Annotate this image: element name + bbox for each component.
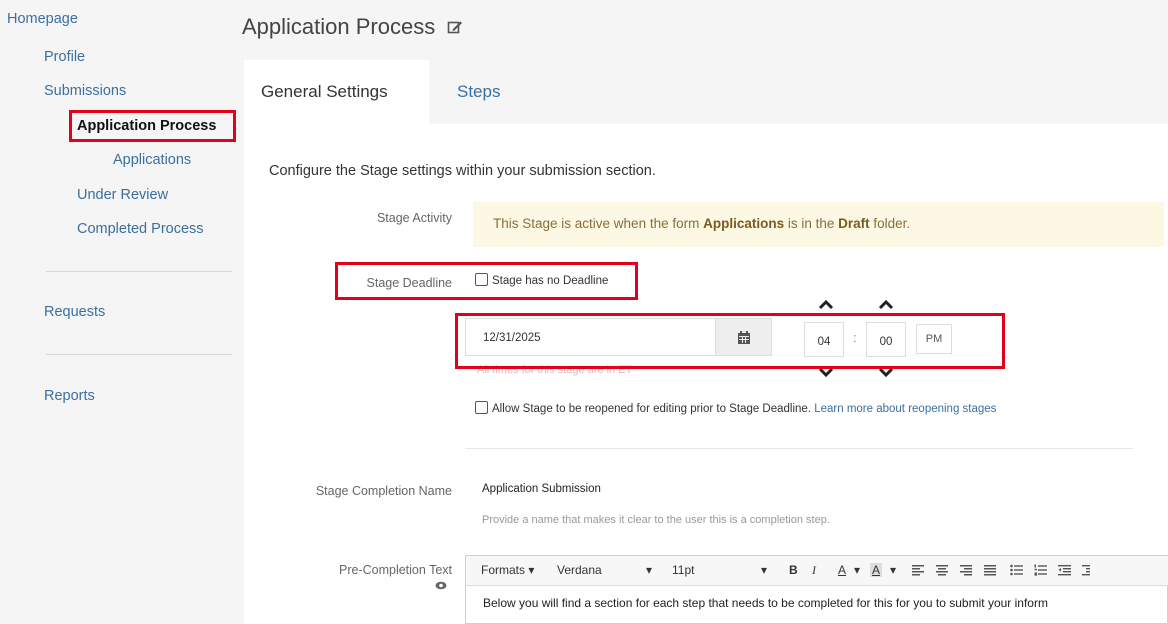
banner-text-mid: is in the <box>784 216 839 231</box>
highlight-deadline-datetime <box>455 313 1005 369</box>
main-content: Application Process General Settings Ste… <box>232 0 1168 624</box>
reopen-row: Allow Stage to be reopened for editing p… <box>475 401 996 415</box>
sidebar-divider <box>46 271 232 272</box>
highlight-application-process <box>69 110 236 142</box>
edit-icon[interactable] <box>447 19 463 35</box>
nav-completed-process[interactable]: Completed Process <box>77 221 204 237</box>
caret-down-icon: ▾ <box>528 563 535 577</box>
font-size-caret-icon[interactable]: ▾ <box>761 563 767 577</box>
nav-requests[interactable]: Requests <box>44 304 105 320</box>
highlight-stage-deadline <box>335 262 638 300</box>
completion-name-label: Stage Completion Name <box>315 484 452 498</box>
pre-completion-editor: Formats ▾ Verdana ▾ 11pt ▾ B I A ▾ A ▾ B… <box>465 555 1168 624</box>
indent-icon[interactable] <box>1082 564 1090 576</box>
hour-up-icon[interactable] <box>817 297 835 311</box>
banner-form-name: Applications <box>703 216 785 231</box>
align-left-icon[interactable] <box>912 564 924 576</box>
formats-label: Formats <box>481 563 526 577</box>
preview-icon[interactable] <box>435 581 447 590</box>
sidebar-divider <box>46 354 232 355</box>
nav-under-review[interactable]: Under Review <box>77 187 168 203</box>
font-family-select[interactable]: Verdana <box>557 563 602 577</box>
outdent-icon[interactable] <box>1058 564 1071 576</box>
section-description: Configure the Stage settings within your… <box>269 163 656 179</box>
bg-color-button[interactable]: A <box>870 563 883 577</box>
editor-toolbar: Formats ▾ Verdana ▾ 11pt ▾ B I A ▾ A ▾ <box>466 556 1168 586</box>
tab-steps[interactable]: Steps <box>457 82 500 102</box>
tab-general-settings[interactable]: General Settings <box>244 60 429 124</box>
sidebar: Homepage Profile Submissions Application… <box>0 0 232 624</box>
bullet-list-icon[interactable] <box>1010 564 1023 576</box>
text-color-button[interactable]: A <box>838 563 846 577</box>
reopen-checkbox[interactable] <box>475 401 488 414</box>
nav-reports[interactable]: Reports <box>44 388 95 404</box>
tab-bar: General Settings Steps <box>244 60 1168 124</box>
font-size-select[interactable]: 11pt <box>672 563 694 577</box>
align-justify-icon[interactable] <box>984 564 996 576</box>
numbered-list-icon[interactable] <box>1034 564 1047 576</box>
align-center-icon[interactable] <box>936 564 948 576</box>
nav-applications[interactable]: Applications <box>113 152 191 168</box>
completion-name-input[interactable]: Application Submission <box>465 474 755 504</box>
section-divider <box>465 448 1133 449</box>
reopen-learn-more-link[interactable]: Learn more about reopening stages <box>814 403 996 415</box>
completion-name-help: Provide a name that makes it clear to th… <box>482 514 830 526</box>
bold-button[interactable]: B <box>789 563 798 577</box>
nav-homepage[interactable]: Homepage <box>7 11 78 27</box>
nav-profile[interactable]: Profile <box>44 49 85 65</box>
banner-text-pre: This Stage is active when the form <box>493 216 704 231</box>
font-family-caret-icon[interactable]: ▾ <box>646 563 652 577</box>
italic-button[interactable]: I <box>812 563 816 578</box>
stage-activity-label: Stage Activity <box>376 211 452 225</box>
bg-color-caret-icon[interactable]: ▾ <box>890 563 896 577</box>
banner-folder-name: Draft <box>838 216 870 231</box>
reopen-label: Allow Stage to be reopened for editing p… <box>492 403 812 415</box>
text-color-caret-icon[interactable]: ▾ <box>854 563 860 577</box>
stage-activity-banner: This Stage is active when the form Appli… <box>473 202 1164 247</box>
page-title: Application Process <box>242 14 436 39</box>
minute-up-icon[interactable] <box>877 297 895 311</box>
align-right-icon[interactable] <box>960 564 972 576</box>
editor-body[interactable]: Below you will find a section for each s… <box>483 596 1048 610</box>
pre-completion-label: Pre-Completion Text <box>338 563 452 577</box>
nav-submissions[interactable]: Submissions <box>44 83 126 99</box>
formats-dropdown[interactable]: Formats ▾ <box>481 563 534 577</box>
banner-text-post: folder. <box>869 216 911 231</box>
